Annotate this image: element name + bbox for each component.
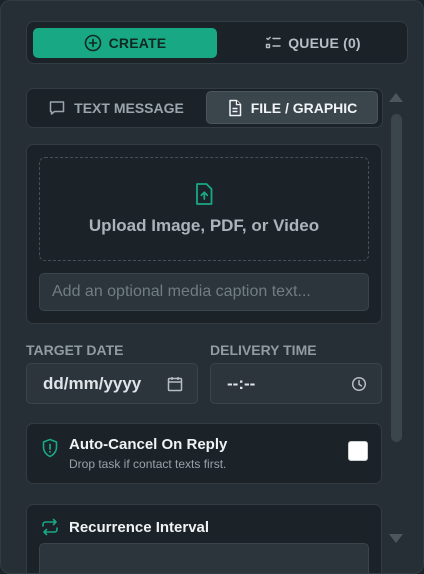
recurrence-title: Recurrence Interval (69, 519, 210, 536)
calendar-icon[interactable] (167, 376, 183, 392)
upload-dropzone[interactable]: Upload Image, PDF, or Video (39, 157, 369, 261)
delivery-time-value: --:-- (227, 373, 256, 393)
scroll-down-arrow[interactable] (389, 534, 403, 543)
tab-create[interactable]: CREATE (33, 28, 217, 58)
mode-text-message[interactable]: TEXT MESSAGE (31, 91, 201, 124)
scrollbar-thumb[interactable] (391, 114, 402, 442)
mode-text-label: TEXT MESSAGE (74, 99, 184, 116)
document-icon (227, 99, 243, 117)
recurrence-select[interactable] (39, 543, 369, 573)
delivery-time-input[interactable]: --:-- (210, 363, 382, 404)
clock-icon[interactable] (351, 376, 367, 392)
mode-file-label: FILE / GRAPHIC (250, 99, 358, 116)
file-upload-icon (194, 182, 214, 206)
repeat-icon (41, 518, 59, 536)
tab-create-label: CREATE (108, 35, 167, 51)
auto-cancel-title: Auto-Cancel On Reply (69, 436, 228, 453)
form-scroll-area[interactable]: TEXT MESSAGE FILE / GRAPHIC Upload Image… (1, 81, 389, 573)
recurrence-card: Recurrence Interval (26, 504, 382, 573)
scroll-up-arrow[interactable] (389, 93, 403, 102)
message-icon (48, 99, 66, 117)
caption-input[interactable] (39, 273, 369, 311)
delivery-time-label: DELIVERY TIME (210, 342, 317, 358)
message-mode-switch: TEXT MESSAGE FILE / GRAPHIC (26, 88, 383, 128)
media-upload-card: Upload Image, PDF, or Video (26, 144, 382, 324)
upload-label: Upload Image, PDF, or Video (88, 216, 320, 235)
scheduler-panel: CREATE QUEUE (0) TEXT MESSAGE FILE / GRA… (0, 0, 424, 574)
auto-cancel-card: Auto-Cancel On Reply Drop task if contac… (26, 423, 382, 484)
target-date-value: dd/mm/yyyy (43, 373, 142, 393)
target-date-input[interactable]: dd/mm/yyyy (26, 363, 198, 404)
auto-cancel-checkbox[interactable] (348, 441, 368, 461)
tab-queue[interactable]: QUEUE (0) (223, 28, 403, 58)
main-tab-switch: CREATE QUEUE (0) (26, 21, 408, 64)
auto-cancel-subtitle: Drop task if contact texts first. (69, 457, 227, 471)
checklist-icon (265, 35, 281, 51)
target-date-label: TARGET DATE (26, 342, 124, 358)
shield-alert-icon (41, 438, 59, 458)
plus-circle-icon (84, 34, 102, 52)
tab-queue-label: QUEUE (0) (288, 35, 361, 51)
mode-file-graphic[interactable]: FILE / GRAPHIC (206, 91, 378, 124)
